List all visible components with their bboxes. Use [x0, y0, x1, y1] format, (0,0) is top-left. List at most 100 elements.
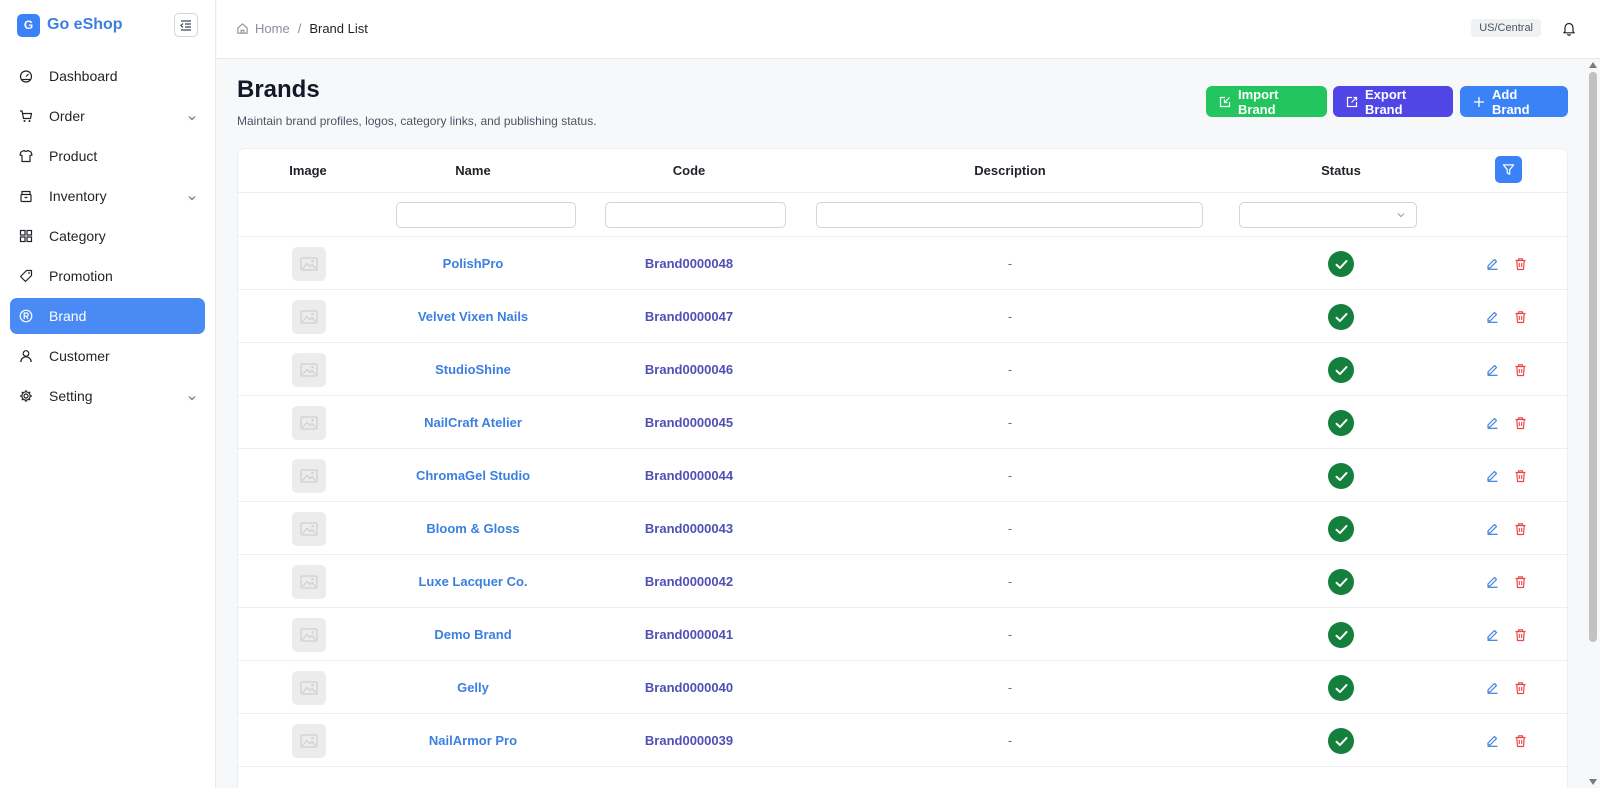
breadcrumb-home[interactable]: Home: [255, 21, 290, 36]
edit-button[interactable]: [1486, 310, 1499, 328]
status-active-badge: [1328, 569, 1354, 595]
brand-code: Brand0000044: [644, 468, 734, 483]
brand-code: Brand0000043: [644, 521, 734, 536]
brand-name-link[interactable]: Demo Brand: [373, 627, 573, 642]
edit-button[interactable]: [1486, 628, 1499, 646]
table-row: ChromaGel Studio Brand0000044 -: [238, 449, 1567, 502]
scroll-down-arrow-icon[interactable]: [1589, 779, 1597, 785]
check-icon: [1335, 683, 1347, 693]
table-row: Bloom & Gloss Brand0000043 -: [238, 502, 1567, 555]
sidebar-item-order[interactable]: Order: [10, 98, 205, 134]
export-icon: [1346, 96, 1358, 107]
delete-button[interactable]: [1514, 522, 1527, 541]
edit-button[interactable]: [1486, 681, 1499, 699]
chevron-down-icon: [187, 390, 197, 406]
table-filter-row: [238, 193, 1567, 237]
delete-button[interactable]: [1514, 681, 1527, 700]
status-active-badge: [1328, 304, 1354, 330]
edit-button[interactable]: [1486, 469, 1499, 487]
edit-button[interactable]: [1486, 363, 1499, 381]
filter-button[interactable]: [1495, 156, 1522, 183]
export-brand-button[interactable]: Export Brand: [1333, 86, 1453, 117]
edit-icon: [1487, 470, 1498, 482]
brand-description: -: [1007, 574, 1013, 589]
status-active-badge: [1328, 516, 1354, 542]
delete-button[interactable]: [1514, 628, 1527, 647]
brand-description: -: [1007, 415, 1013, 430]
image-icon: [300, 628, 318, 642]
cart-icon: [18, 108, 34, 124]
brand-code: Brand0000047: [644, 309, 734, 324]
edit-button[interactable]: [1486, 522, 1499, 540]
code-filter-input[interactable]: [605, 202, 786, 228]
brand-name-link[interactable]: Luxe Lacquer Co.: [373, 574, 573, 589]
sidebar-item-customer[interactable]: Customer: [10, 338, 205, 374]
table-row: Gelly Brand0000040 -: [238, 661, 1567, 714]
edit-button[interactable]: [1486, 575, 1499, 593]
brand-name-link[interactable]: NailCraft Atelier: [373, 415, 573, 430]
plus-icon: [1474, 96, 1484, 107]
page-scrollbar[interactable]: [1586, 59, 1600, 788]
trash-icon: [1515, 735, 1526, 748]
sidebar-item-label: Customer: [49, 348, 110, 364]
delete-button[interactable]: [1514, 734, 1527, 753]
brand-name-link[interactable]: Velvet Vixen Nails: [373, 309, 573, 324]
status-filter-select[interactable]: [1239, 202, 1417, 228]
add-brand-button[interactable]: Add Brand: [1460, 86, 1568, 117]
breadcrumb-current: Brand List: [309, 21, 368, 36]
chevron-down-icon: [187, 190, 197, 206]
sidebar-item-dashboard[interactable]: Dashboard: [10, 58, 205, 94]
sidebar: G Go eShop Dashboard Order Product Inventor…: [0, 0, 216, 788]
brand-image-placeholder: [292, 247, 326, 281]
timezone-badge[interactable]: US/Central: [1471, 19, 1541, 37]
sidebar-item-brand[interactable]: Brand: [10, 298, 205, 334]
brand-name-link[interactable]: StudioShine: [373, 362, 573, 377]
sidebar-item-category[interactable]: Category: [10, 218, 205, 254]
brand-name-link[interactable]: Gelly: [373, 680, 573, 695]
sidebar-item-inventory[interactable]: Inventory: [10, 178, 205, 214]
brand-description: -: [1007, 362, 1013, 377]
delete-button[interactable]: [1514, 469, 1527, 488]
table-row: Demo Brand Brand0000041 -: [238, 608, 1567, 661]
scroll-thumb[interactable]: [1589, 72, 1597, 642]
sidebar-collapse-button[interactable]: [174, 13, 198, 37]
delete-button[interactable]: [1514, 363, 1527, 382]
delete-button[interactable]: [1514, 310, 1527, 329]
brand-code: Brand0000048: [644, 256, 734, 271]
brand-image-placeholder: [292, 724, 326, 758]
status-active-badge: [1328, 622, 1354, 648]
edit-button[interactable]: [1486, 734, 1499, 752]
sidebar-item-label: Inventory: [49, 188, 107, 204]
brand-code: Brand0000039: [644, 733, 734, 748]
import-brand-button[interactable]: Import Brand: [1206, 86, 1327, 117]
scroll-up-arrow-icon[interactable]: [1589, 62, 1597, 68]
name-filter-input[interactable]: [396, 202, 576, 228]
app-logo[interactable]: G: [17, 13, 40, 37]
brand-name-link[interactable]: Bloom & Gloss: [373, 521, 573, 536]
notification-button[interactable]: [1562, 21, 1576, 41]
status-active-badge: [1328, 251, 1354, 277]
sidebar-item-promotion[interactable]: Promotion: [10, 258, 205, 294]
app-name[interactable]: Go eShop: [47, 16, 123, 34]
brand-name-link[interactable]: NailArmor Pro: [373, 733, 573, 748]
status-active-badge: [1328, 410, 1354, 436]
delete-button[interactable]: [1514, 416, 1527, 435]
gear-icon: [18, 388, 34, 404]
bell-icon: [1563, 22, 1575, 36]
edit-button[interactable]: [1486, 257, 1499, 275]
home-icon[interactable]: [236, 22, 249, 35]
description-filter-input[interactable]: [816, 202, 1203, 228]
brand-name-link[interactable]: ChromaGel Studio: [373, 468, 573, 483]
status-active-badge: [1328, 728, 1354, 754]
sidebar-item-setting[interactable]: Setting: [10, 378, 205, 414]
delete-button[interactable]: [1514, 257, 1527, 276]
edit-icon: [1487, 258, 1498, 270]
registered-icon: [18, 308, 34, 324]
sidebar-item-label: Dashboard: [49, 68, 118, 84]
edit-button[interactable]: [1486, 416, 1499, 434]
edit-icon: [1487, 417, 1498, 429]
sidebar-item-product[interactable]: Product: [10, 138, 205, 174]
delete-button[interactable]: [1514, 575, 1527, 594]
edit-icon: [1487, 523, 1498, 535]
brand-name-link[interactable]: PolishPro: [373, 256, 573, 271]
